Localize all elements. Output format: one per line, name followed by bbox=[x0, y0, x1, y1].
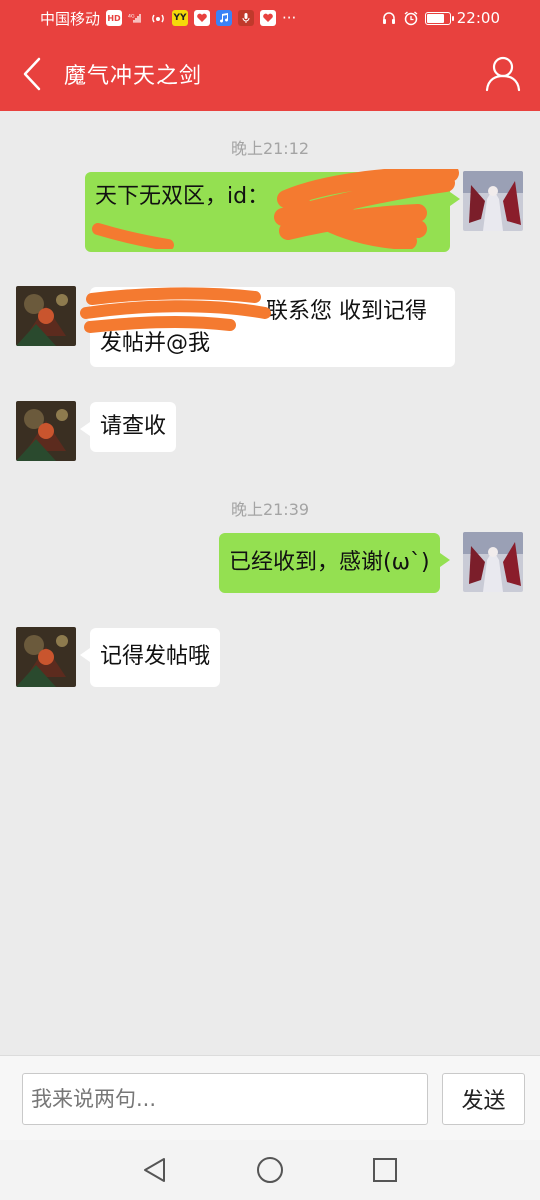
message-bubble-sent[interactable]: 已经收到，感谢(ω`) bbox=[219, 533, 450, 593]
contact-avatar[interactable] bbox=[16, 627, 76, 687]
hotspot-icon bbox=[150, 10, 166, 26]
nav-back-icon bbox=[144, 1158, 165, 1182]
message-text: 联系您 收到记得 bbox=[266, 299, 427, 324]
contact-avatar[interactable] bbox=[16, 286, 76, 346]
message-bubble-received[interactable]: 请查收 bbox=[79, 402, 177, 452]
battery-icon bbox=[424, 11, 454, 25]
net-label: 4G bbox=[128, 13, 135, 19]
message-text: 请查收 bbox=[100, 414, 167, 439]
chat-header: 魔气冲天之剑 bbox=[0, 36, 540, 111]
contact-avatar[interactable] bbox=[16, 401, 76, 461]
back-button[interactable] bbox=[0, 36, 64, 111]
page-title: 魔气冲天之剑 bbox=[64, 63, 203, 89]
nav-recents-button[interactable] bbox=[370, 1155, 400, 1185]
nav-recents-icon bbox=[373, 1158, 397, 1182]
signal-4g-icon: 4G bbox=[128, 10, 144, 26]
more-dots-icon: ··· bbox=[282, 9, 297, 27]
nav-home-icon bbox=[257, 1157, 283, 1183]
heart-app-icon bbox=[260, 10, 277, 26]
my-avatar[interactable] bbox=[463, 532, 523, 592]
timestamp: 晚上21:12 bbox=[230, 139, 310, 158]
back-arrow-icon bbox=[23, 57, 41, 90]
alarm-icon bbox=[403, 10, 419, 26]
music-app-icon bbox=[216, 10, 233, 26]
my-avatar[interactable] bbox=[463, 171, 523, 231]
message-bubble-received[interactable]: 记得发帖哦 bbox=[79, 628, 221, 687]
message-text: 发帖并@我 bbox=[100, 331, 211, 356]
nav-back-button[interactable] bbox=[140, 1155, 170, 1185]
message-text: 记得发帖哦 bbox=[100, 644, 211, 669]
clock-label: 22:00 bbox=[456, 9, 500, 27]
battery-level bbox=[426, 13, 444, 23]
hd-icon: HD bbox=[106, 10, 123, 26]
system-nav-bar bbox=[0, 1140, 540, 1200]
message-text: 天下无双区，id： bbox=[95, 184, 270, 209]
message-list[interactable]: 晚上21:12 天下无双区，id： 联系您 收到记得 发帖并@我 请查收 晚上2… bbox=[0, 111, 540, 1055]
headset-icon bbox=[381, 10, 397, 26]
timestamp: 晚上21:39 bbox=[230, 500, 310, 519]
microphone-app-icon bbox=[238, 10, 255, 26]
nav-home-button[interactable] bbox=[255, 1155, 285, 1185]
message-text: 已经收到，感谢(ω`) bbox=[229, 550, 430, 575]
message-input[interactable] bbox=[22, 1073, 428, 1125]
profile-button[interactable] bbox=[484, 54, 522, 92]
message-bubble-sent[interactable]: 天下无双区，id： bbox=[85, 172, 460, 252]
carrier-label: 中国移动 bbox=[40, 9, 101, 28]
yy-app-icon: YY bbox=[172, 10, 189, 26]
send-button[interactable]: 发送 bbox=[442, 1073, 525, 1125]
heart-app-icon bbox=[194, 10, 211, 26]
status-bar: 中国移动 HD 4G YY ··· 22:00 bbox=[0, 0, 540, 36]
message-bubble-received[interactable]: 联系您 收到记得 发帖并@我 bbox=[80, 287, 455, 367]
user-profile-icon bbox=[485, 56, 521, 92]
composer-bar: 发送 bbox=[0, 1055, 540, 1140]
